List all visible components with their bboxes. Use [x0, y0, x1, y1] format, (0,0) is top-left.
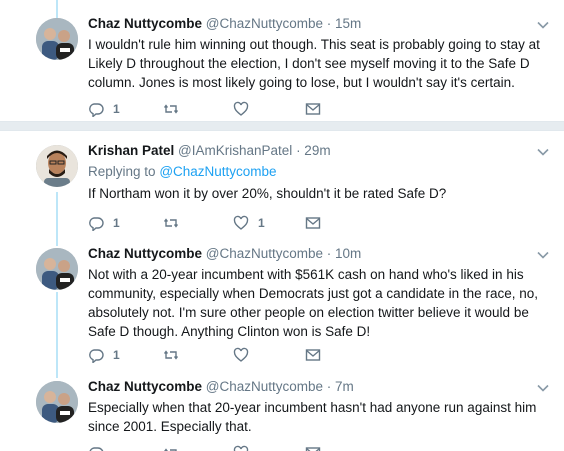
chevron-down-icon[interactable]: [536, 18, 550, 32]
retweet-button[interactable]: [163, 213, 188, 233]
direct-message-button[interactable]: [305, 99, 321, 119]
tweet-actions: 1: [88, 99, 348, 119]
avatar[interactable]: [36, 248, 78, 290]
tweet-header: Krishan Patel @IAmKrishanPatel · 29m: [88, 143, 331, 158]
like-button[interactable]: [233, 443, 249, 451]
tweet-header: Chaz Nuttycombe @ChazNuttycombe · 15m: [88, 16, 361, 31]
tweet[interactable]: Chaz Nuttycombe @ChazNuttycombe · 15m I …: [0, 0, 564, 121]
tweet-header: Chaz Nuttycombe @ChazNuttycombe · 10m: [88, 246, 361, 261]
chevron-down-icon[interactable]: [536, 248, 550, 262]
avatar[interactable]: [36, 18, 78, 60]
tweet-header: Chaz Nuttycombe @ChazNuttycombe · 7m: [88, 379, 354, 394]
tweet-actions: 1: [88, 345, 348, 365]
envelope-icon: [305, 445, 321, 451]
retweet-icon: [163, 347, 179, 363]
tweet[interactable]: Chaz Nuttycombe @ChazNuttycombe · 10m No…: [0, 241, 564, 376]
user-handle[interactable]: @ChazNuttycombe: [206, 379, 323, 394]
heart-icon: [233, 445, 249, 451]
replying-to: Replying to @ChazNuttycombe: [88, 164, 277, 179]
reply-button[interactable]: 1: [88, 345, 120, 365]
like-count: 1: [258, 216, 265, 230]
retweet-button[interactable]: [163, 345, 188, 365]
direct-message-button[interactable]: [305, 213, 321, 233]
reply-count: 1: [113, 102, 120, 116]
user-handle[interactable]: @ChazNuttycombe: [206, 16, 323, 31]
chevron-down-icon[interactable]: [536, 381, 550, 395]
direct-message-button[interactable]: [305, 345, 321, 365]
tweet-text: I wouldn't rule him winning out though. …: [88, 37, 540, 90]
tweet-text: If Northam won it by over 20%, shouldn't…: [88, 186, 447, 201]
display-name[interactable]: Chaz Nuttycombe: [88, 379, 202, 394]
tweet-actions: [88, 443, 348, 451]
reply-icon: [88, 347, 104, 363]
tweet[interactable]: Krishan Patel @IAmKrishanPatel · 29m Rep…: [0, 131, 564, 241]
reply-icon: [88, 215, 104, 231]
like-button[interactable]: [233, 99, 258, 119]
conversation-separator: [0, 121, 564, 131]
tweet[interactable]: Chaz Nuttycombe @ChazNuttycombe · 7m Esp…: [0, 376, 564, 451]
user-handle[interactable]: @IAmKrishanPatel: [178, 143, 292, 158]
like-button[interactable]: [233, 345, 258, 365]
retweet-button[interactable]: [163, 443, 179, 451]
display-name[interactable]: Chaz Nuttycombe: [88, 16, 202, 31]
heart-icon: [233, 215, 249, 231]
tweet-text: Especially when that 20-year incumbent h…: [88, 400, 537, 434]
replying-to-label: Replying to: [88, 164, 156, 179]
retweet-icon: [163, 101, 179, 117]
reply-icon: [88, 101, 104, 117]
heart-icon: [233, 347, 249, 363]
timestamp[interactable]: · 29m: [296, 143, 331, 158]
envelope-icon: [305, 347, 321, 363]
timestamp[interactable]: · 10m: [327, 246, 362, 261]
envelope-icon: [305, 215, 321, 231]
envelope-icon: [305, 101, 321, 117]
reply-button[interactable]: [88, 443, 104, 451]
reply-button[interactable]: 1: [88, 213, 120, 233]
heart-icon: [233, 101, 249, 117]
reply-count: 1: [113, 216, 120, 230]
tweet-actions: 1 1: [88, 213, 348, 233]
retweet-button[interactable]: [163, 99, 188, 119]
reply-count: 1: [113, 348, 120, 362]
replying-to-link[interactable]: @ChazNuttycombe: [159, 164, 276, 179]
timestamp[interactable]: · 7m: [327, 379, 354, 394]
retweet-icon: [163, 445, 179, 451]
reply-icon: [88, 445, 104, 451]
tweet-text: Not with a 20-year incumbent with $561K …: [88, 267, 538, 339]
reply-button[interactable]: 1: [88, 99, 120, 119]
avatar[interactable]: [36, 145, 78, 187]
user-handle[interactable]: @ChazNuttycombe: [206, 246, 323, 261]
retweet-icon: [163, 215, 179, 231]
chevron-down-icon[interactable]: [536, 145, 550, 159]
direct-message-button[interactable]: [305, 443, 321, 451]
timestamp[interactable]: · 15m: [327, 16, 362, 31]
display-name[interactable]: Chaz Nuttycombe: [88, 246, 202, 261]
display-name[interactable]: Krishan Patel: [88, 143, 174, 158]
like-button[interactable]: 1: [233, 213, 265, 233]
avatar[interactable]: [36, 381, 78, 423]
